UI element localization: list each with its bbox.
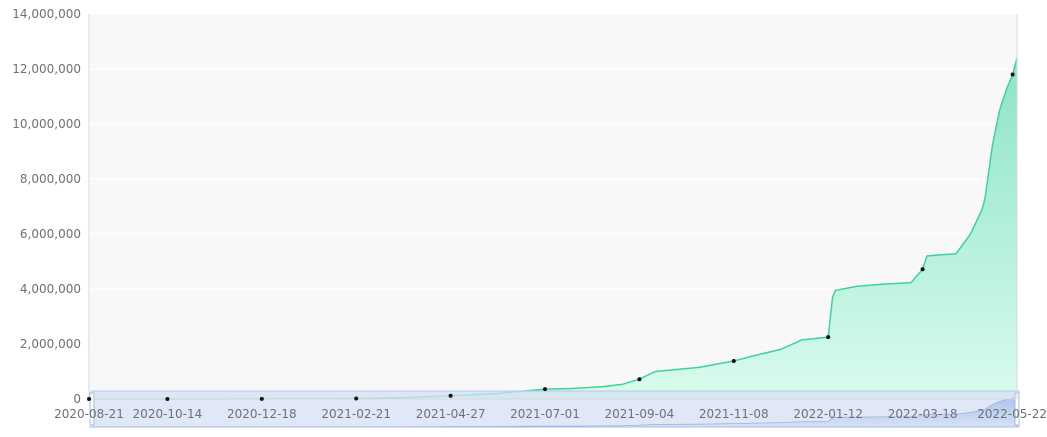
y-tick-label: 0 — [73, 392, 81, 406]
y-tick-label: 4,000,000 — [20, 282, 81, 296]
x-tick-label: 2021-02-21 — [321, 407, 391, 421]
x-tick-label: 2022-01-12 — [793, 407, 863, 421]
data-point — [637, 377, 642, 382]
x-tick-label: 2021-11-08 — [699, 407, 769, 421]
y-tick-label: 6,000,000 — [20, 227, 81, 241]
x-tick-label: 2020-12-18 — [227, 407, 297, 421]
data-point — [826, 335, 831, 340]
y-tick-label: 14,000,000 — [12, 7, 81, 21]
x-tick-label: 2020-08-21 — [54, 407, 124, 421]
chart-container: 0 2,000,000 4,000,000 6,000,000 8,000,000 10,… — [0, 0, 1047, 437]
x-tick-label: 2021-07-01 — [510, 407, 580, 421]
data-point — [920, 267, 925, 272]
data-point — [259, 396, 264, 401]
data-point — [731, 359, 736, 364]
x-tick-label: 2022-03-18 — [888, 407, 958, 421]
data-point — [543, 387, 548, 392]
data-point — [87, 397, 91, 401]
data-point — [1010, 72, 1015, 77]
x-tick-label: 2021-09-04 — [605, 407, 675, 421]
data-point — [165, 397, 170, 401]
y-tick-label: 8,000,000 — [20, 172, 81, 186]
y-tick-label: 2,000,000 — [20, 337, 81, 351]
data-point — [354, 396, 359, 401]
y-tick-labels: 0 2,000,000 4,000,000 6,000,000 8,000,000 10,… — [12, 7, 81, 406]
x-tick-label: 2020-10-14 — [133, 407, 203, 421]
area-chart: 0 2,000,000 4,000,000 6,000,000 8,000,000 10,… — [12, 7, 1047, 428]
y-tick-label: 12,000,000 — [12, 62, 81, 76]
x-tick-label: 2021-04-27 — [416, 407, 486, 421]
y-tick-label: 10,000,000 — [12, 117, 81, 131]
x-tick-label: 2022-05-22 — [977, 407, 1047, 421]
data-point — [448, 393, 453, 398]
